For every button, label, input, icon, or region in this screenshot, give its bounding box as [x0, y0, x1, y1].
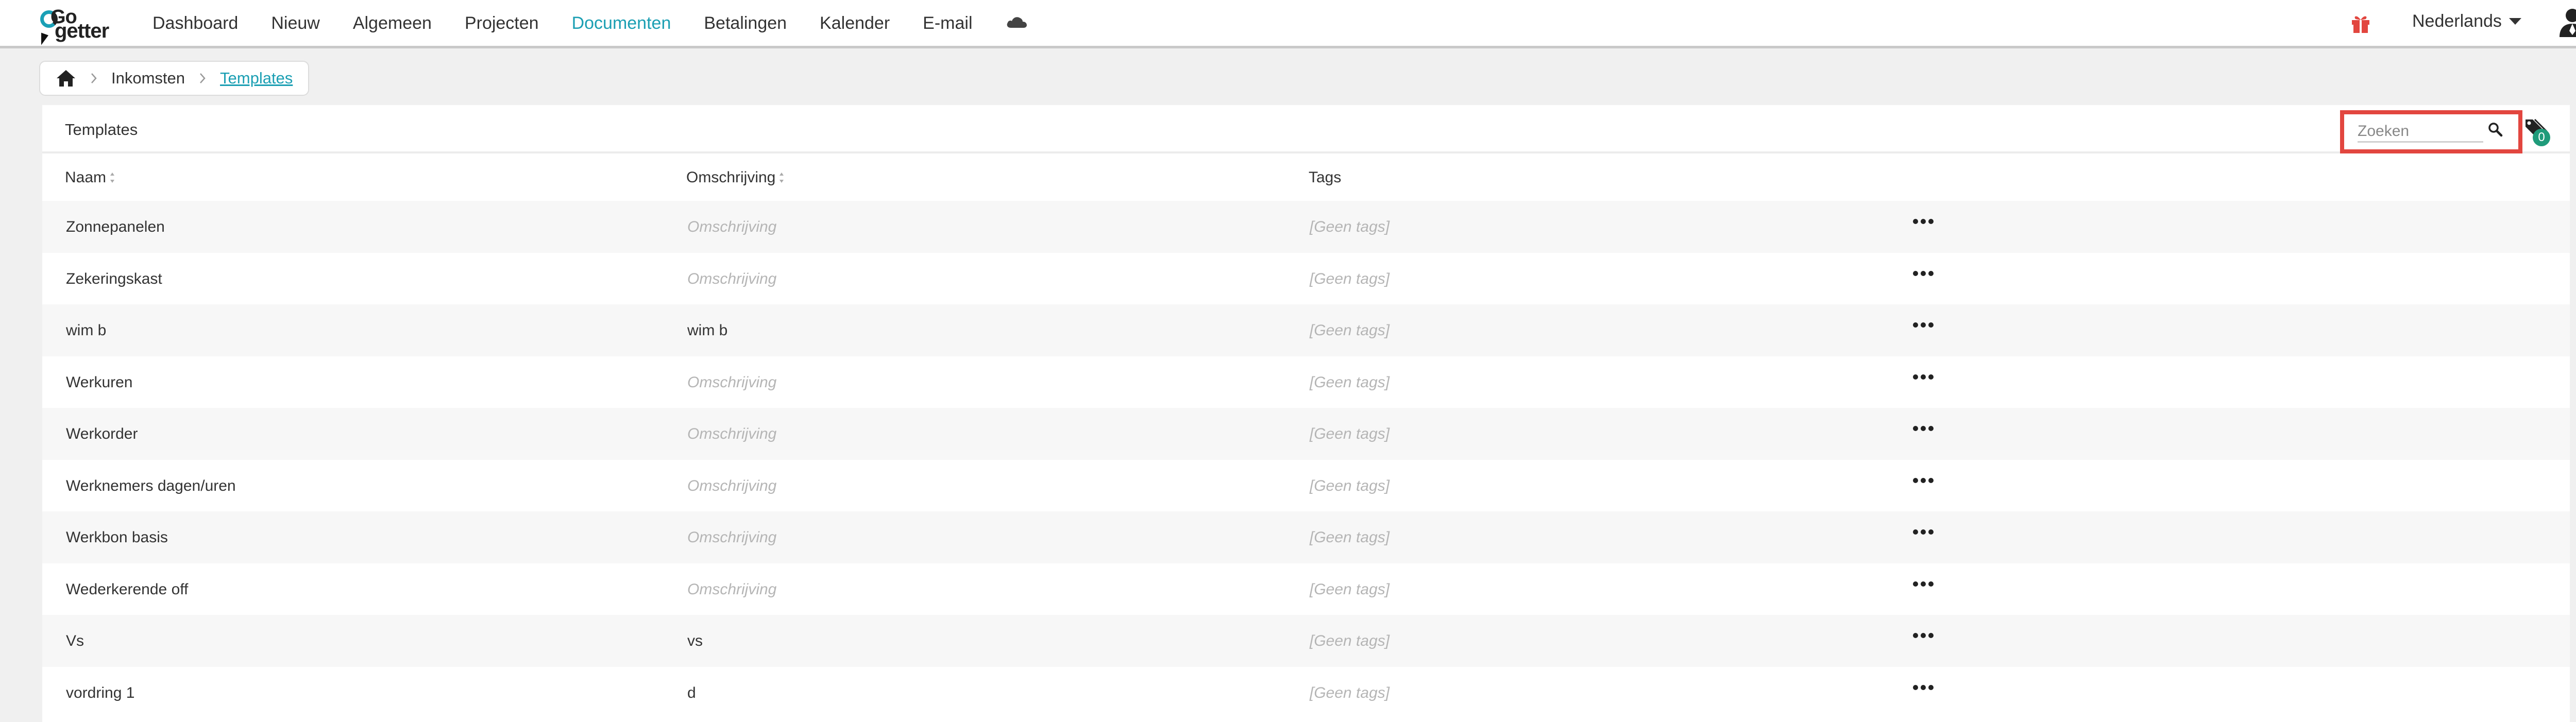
row-tags[interactable]: [Geen tags]: [1310, 322, 1389, 339]
more-options-icon[interactable]: [1912, 475, 1934, 486]
row-tags[interactable]: [Geen tags]: [1310, 632, 1389, 650]
row-tags[interactable]: [Geen tags]: [1310, 477, 1389, 495]
column-header-naam[interactable]: Naam: [65, 169, 115, 186]
sort-icon: [110, 173, 115, 183]
nav-kalender[interactable]: Kalender: [820, 13, 890, 33]
more-options-icon[interactable]: [1912, 682, 1934, 693]
table-row[interactable]: Werkuren Omschrijving [Geen tags]: [42, 356, 2570, 408]
search-input[interactable]: [2358, 122, 2483, 143]
table-row[interactable]: Werkorder Omschrijving [Geen tags]: [42, 408, 2570, 460]
nav-documenten[interactable]: Documenten: [572, 13, 671, 33]
row-tags[interactable]: [Geen tags]: [1310, 425, 1389, 443]
breadcrumb-item-templates[interactable]: Templates: [220, 69, 293, 88]
chevron-down-icon: [2509, 18, 2521, 25]
gogetter-logo[interactable]: Go getter: [40, 6, 123, 42]
user-icon[interactable]: [2558, 7, 2576, 38]
panel-header: Templates 0: [42, 105, 2570, 153]
row-description[interactable]: Omschrijving: [687, 270, 776, 288]
nav-betalingen[interactable]: Betalingen: [704, 13, 787, 33]
more-options-icon[interactable]: [1912, 320, 1934, 330]
more-options-icon[interactable]: [1912, 527, 1934, 537]
nav-projecten[interactable]: Projecten: [465, 13, 539, 33]
breadcrumb: Inkomsten Templates: [39, 61, 310, 96]
language-label: Nederlands: [2412, 11, 2502, 31]
table-header: Naam Omschrijving Tags: [42, 153, 2570, 201]
row-description[interactable]: vs: [687, 632, 703, 650]
row-name[interactable]: Werknemers dagen/uren: [66, 477, 236, 495]
column-label-tags: Tags: [1309, 169, 1342, 186]
row-description[interactable]: Omschrijving: [687, 425, 776, 443]
cloud-icon[interactable]: [1006, 15, 1027, 28]
panel-title: Templates: [65, 121, 138, 139]
more-options-icon[interactable]: [1912, 268, 1934, 279]
more-options-icon[interactable]: [1912, 216, 1934, 227]
table-row[interactable]: Zekeringskast Omschrijving [Geen tags]: [42, 252, 2570, 304]
row-tags[interactable]: [Geen tags]: [1310, 218, 1389, 236]
sort-icon: [779, 173, 784, 183]
row-tags[interactable]: [Geen tags]: [1310, 529, 1389, 546]
more-options-icon[interactable]: [1912, 372, 1934, 382]
row-name[interactable]: vordring 1: [66, 684, 134, 702]
row-description[interactable]: Omschrijving: [687, 581, 776, 598]
table-row[interactable]: Vs vs [Geen tags]: [42, 615, 2570, 667]
table-body: Zonnepanelen Omschrijving [Geen tags] Zeker…: [42, 201, 2570, 718]
table-row[interactable]: Zonnepanelen Omschrijving [Geen tags]: [42, 201, 2570, 253]
row-name[interactable]: Werkuren: [66, 374, 133, 391]
more-options-icon[interactable]: [1912, 630, 1934, 641]
column-header-tags: Tags: [1309, 169, 1341, 186]
row-description[interactable]: wim b: [687, 322, 727, 339]
search-box: [2340, 110, 2522, 153]
home-icon[interactable]: [56, 69, 76, 88]
breadcrumb-item-inkomsten[interactable]: Inkomsten: [111, 69, 185, 88]
nav-dashboard[interactable]: Dashboard: [152, 13, 238, 33]
more-options-icon[interactable]: [1912, 423, 1934, 434]
language-selector[interactable]: Nederlands: [2412, 11, 2521, 31]
row-tags[interactable]: [Geen tags]: [1310, 270, 1389, 288]
row-name[interactable]: Wederkerende off: [66, 581, 188, 598]
row-name[interactable]: Zekeringskast: [66, 270, 162, 288]
main-menu: Dashboard Nieuw Algemeen Projecten Docum…: [152, 0, 1027, 46]
column-label-omschrijving: Omschrijving: [686, 169, 776, 186]
column-header-omschrijving[interactable]: Omschrijving: [686, 169, 785, 186]
row-description[interactable]: Omschrijving: [687, 218, 776, 236]
chevron-right-icon: [200, 73, 206, 83]
row-name[interactable]: Zonnepanelen: [66, 218, 165, 236]
mouse-cursor-icon: [41, 32, 48, 48]
table-row[interactable]: Werkbon basis Omschrijving [Geen tags]: [42, 511, 2570, 563]
gift-icon[interactable]: [2350, 13, 2371, 34]
column-label-naam: Naam: [65, 169, 107, 186]
nav-algemeen[interactable]: Algemeen: [353, 13, 432, 33]
row-tags[interactable]: [Geen tags]: [1310, 684, 1389, 702]
templates-panel: Templates 0 Naam Omschrijving: [42, 105, 2570, 722]
logo-text-bottom: getter: [55, 20, 109, 42]
chevron-right-icon: [91, 73, 97, 83]
nav-nieuw[interactable]: Nieuw: [271, 13, 319, 33]
row-name[interactable]: wim b: [66, 322, 106, 339]
table-row[interactable]: Wederkerende off Omschrijving [Geen tags]: [42, 563, 2570, 615]
row-description[interactable]: Omschrijving: [687, 374, 776, 391]
row-name[interactable]: Werkbon basis: [66, 529, 168, 546]
table-row[interactable]: Werknemers dagen/uren Omschrijving [Geen t…: [42, 459, 2570, 511]
table-row[interactable]: wim b wim b [Geen tags]: [42, 304, 2570, 356]
more-options-icon[interactable]: [1912, 579, 1934, 589]
nav-email[interactable]: E-mail: [923, 13, 972, 33]
table-row[interactable]: vordring 1 d [Geen tags]: [42, 666, 2570, 718]
top-navigation: Go getter Dashboard Nieuw Algemeen Proje…: [0, 0, 2576, 48]
row-name[interactable]: Werkorder: [66, 425, 138, 443]
row-description[interactable]: Omschrijving: [687, 529, 776, 546]
search-icon[interactable]: [2487, 122, 2503, 137]
row-description[interactable]: Omschrijving: [687, 477, 776, 495]
row-tags[interactable]: [Geen tags]: [1310, 581, 1389, 598]
row-name[interactable]: Vs: [66, 632, 84, 650]
row-tags[interactable]: [Geen tags]: [1310, 374, 1389, 391]
row-description[interactable]: d: [687, 684, 696, 702]
tag-count-badge: 0: [2533, 129, 2550, 146]
